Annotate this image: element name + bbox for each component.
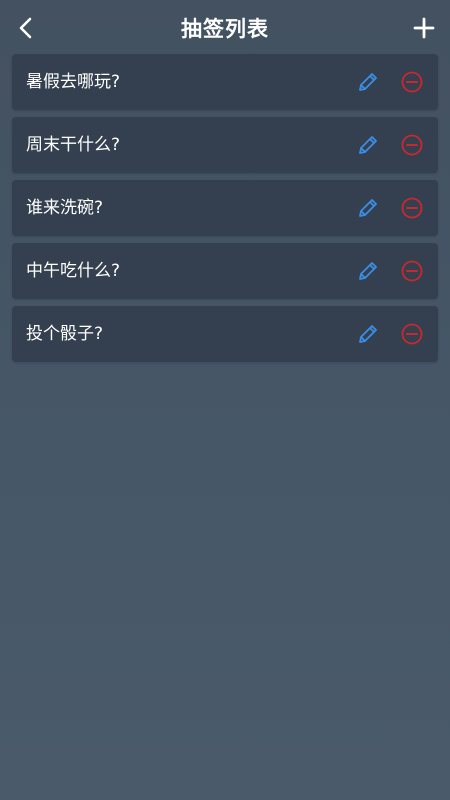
list-item[interactable]: 周末干什么? [12,117,438,173]
delete-button[interactable] [400,322,424,346]
item-label: 谁来洗碗? [26,198,104,218]
delete-button[interactable] [400,259,424,283]
edit-button[interactable] [356,259,380,283]
add-button[interactable] [408,12,440,44]
pencil-icon [359,73,377,91]
item-label: 暑假去哪玩? [26,72,121,92]
list-item[interactable]: 中午吃什么? [12,243,438,299]
page-title: 抽签列表 [181,17,269,41]
item-label: 投个骰子? [26,324,104,344]
pencil-icon [359,136,377,154]
edit-button[interactable] [356,322,380,346]
lottery-list: 暑假去哪玩? 周末干什么? 谁来洗碗? 中午吃什么? 投个骰子? [12,54,438,369]
delete-button[interactable] [400,196,424,220]
pencil-icon [359,199,377,217]
edit-button[interactable] [356,133,380,157]
list-item[interactable]: 投个骰子? [12,306,438,362]
top-bar: 抽签列表 [0,0,450,56]
minus-circle-icon [401,71,423,93]
minus-circle-icon [401,197,423,219]
delete-button[interactable] [400,133,424,157]
item-label: 周末干什么? [26,135,121,155]
edit-button[interactable] [356,196,380,220]
minus-circle-icon [401,134,423,156]
minus-circle-icon [401,323,423,345]
item-label: 中午吃什么? [26,261,121,281]
list-item[interactable]: 暑假去哪玩? [12,54,438,110]
list-item[interactable]: 谁来洗碗? [12,180,438,236]
edit-button[interactable] [356,70,380,94]
delete-button[interactable] [400,70,424,94]
pencil-icon [359,325,377,343]
minus-circle-icon [401,260,423,282]
plus-icon [413,17,435,39]
pencil-icon [359,262,377,280]
